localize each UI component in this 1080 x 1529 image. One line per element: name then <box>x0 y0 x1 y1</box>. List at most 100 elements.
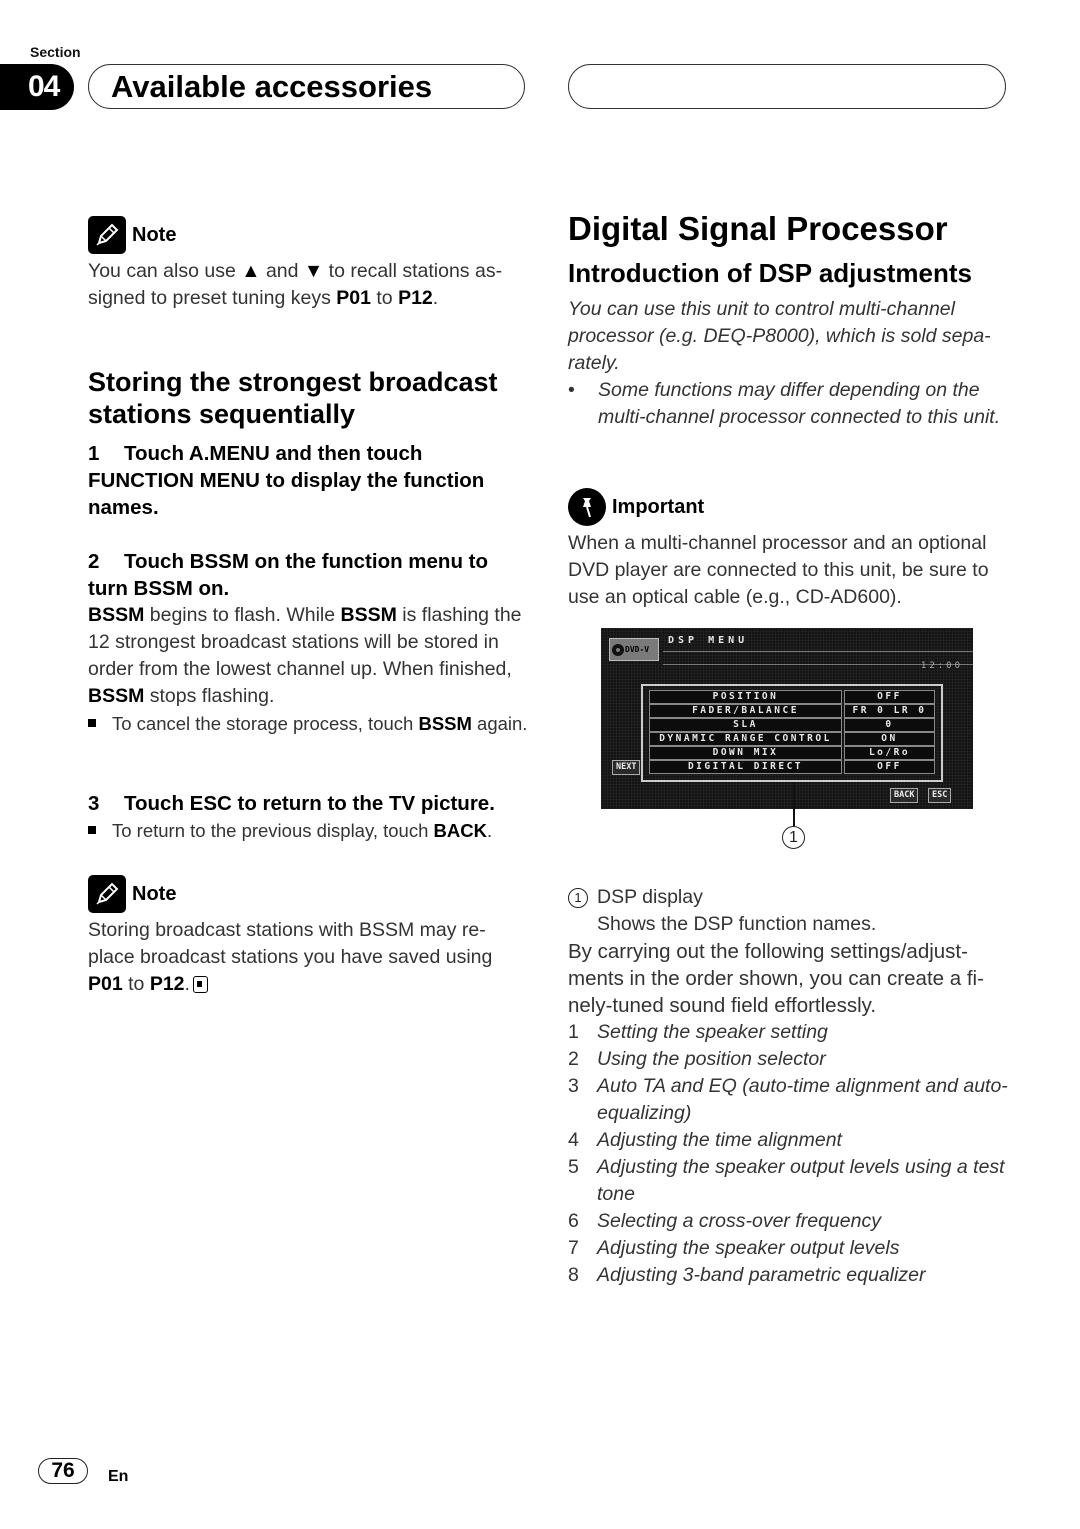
step-text: Touch A.MENU and then touch FUNCTION MEN… <box>88 442 485 519</box>
list-item-text: Auto TA and EQ (auto-time alignment and … <box>597 1075 1008 1124</box>
page-number: 76 <box>38 1458 88 1484</box>
source-button: DVD-V <box>609 638 659 661</box>
text: and <box>260 260 304 282</box>
list-item-text: Selecting a cross-over frequency <box>597 1210 881 1232</box>
dsp-row: DIGITAL DIRECT OFF <box>649 760 935 774</box>
step-number: 3 <box>88 792 100 815</box>
text: stops flashing. <box>144 685 275 707</box>
list-item-number: 1 <box>568 1021 579 1043</box>
important-text: When a multi-channel processor and an op… <box>568 532 989 608</box>
dsp-function-name: POSITION <box>649 690 842 704</box>
step-2: 2 Touch BSSM on the function menu to turn… <box>88 548 528 737</box>
dsp-function-list: POSITION OFF FADER/BALANCE FR 0 LR 0 SLA 0 DYN… <box>641 684 943 782</box>
step-number: 1 <box>88 442 100 465</box>
important-block: Important When a multi-channel processor… <box>568 488 1008 611</box>
list-item: 6 Selecting a cross-over frequency <box>568 1208 1008 1235</box>
dsp-function-value: Lo/Ro <box>844 746 935 760</box>
down-arrow-icon: ▼ <box>303 260 324 282</box>
up-arrow-icon: ▲ <box>241 260 261 282</box>
list-item-text: Adjusting 3-band parametric equalizer <box>597 1264 926 1286</box>
section-title: Available accessories <box>111 68 433 104</box>
end-of-section-icon <box>192 976 208 993</box>
pencil-note-icon <box>88 216 126 254</box>
note-title: Note <box>132 223 177 246</box>
dsp-function-name: DIGITAL DIRECT <box>649 760 842 774</box>
text: to <box>122 973 150 995</box>
list-item-number: 8 <box>568 1264 579 1286</box>
dsp-row: DOWN MIX Lo/Ro <box>649 746 935 760</box>
note-title: Note <box>132 882 177 905</box>
caption-title-row: 1 DSP display <box>568 884 1008 911</box>
subheading-dsp-intro: Introduction of DSP adjustments <box>568 258 972 288</box>
order-paragraph: By carrying out the following settings/a… <box>568 940 984 1017</box>
header-empty-pill <box>568 64 1006 109</box>
key-label: P12 <box>398 287 433 309</box>
adjustment-steps-list: 1 Setting the speaker setting 2 Using the p… <box>568 1019 1008 1289</box>
text: again. <box>471 713 528 734</box>
dsp-function-name: FADER/BALANCE <box>649 704 842 718</box>
dsp-function-value: ON <box>844 732 935 746</box>
divider <box>663 651 973 652</box>
list-item-number: 5 <box>568 1156 579 1178</box>
intro-bullet: • Some functions may differ depending on… <box>568 377 1008 431</box>
pushpin-icon <box>568 488 606 526</box>
step-1: 1 Touch A.MENU and then touch FUNCTION ME… <box>88 440 528 521</box>
list-item: 4 Adjusting the time alignment <box>568 1127 1008 1154</box>
list-item-text: Adjusting the speaker output levels <box>597 1237 900 1259</box>
step-text: Touch BSSM on the function menu to turn … <box>88 550 489 600</box>
list-item-number: 2 <box>568 1048 579 1070</box>
step-3: 3 Touch ESC to return to the TV picture. … <box>88 790 528 844</box>
bold-term: BSSM <box>88 604 145 626</box>
screen-title: DSP MENU <box>668 635 749 646</box>
important-title: Important <box>612 495 705 518</box>
callout-marker: 1 <box>782 826 805 849</box>
source-label: DVD-V <box>625 645 650 654</box>
bullet-dot-icon: • <box>568 379 575 401</box>
important-header: Important <box>568 488 1008 526</box>
list-item: 1 Setting the speaker setting <box>568 1019 1008 1046</box>
dsp-function-name: SLA <box>649 718 842 732</box>
square-bullet-icon <box>88 826 96 835</box>
note-text: You can also use ▲ and ▼ to recall stati… <box>88 258 518 312</box>
list-item: 7 Adjusting the speaker output levels <box>568 1235 1008 1262</box>
note-block-1: Note You can also use ▲ and ▼ to recall … <box>88 216 528 312</box>
list-item-number: 3 <box>568 1075 579 1097</box>
dsp-row: DYNAMIC RANGE CONTROL ON <box>649 732 935 746</box>
text: You can also use <box>88 260 242 282</box>
square-bullet-icon <box>88 719 96 728</box>
note-header: Note <box>88 875 528 913</box>
step-heading: 3 Touch ESC to return to the TV picture. <box>88 790 528 817</box>
bold-term: BSSM <box>340 604 397 626</box>
note-header: Note <box>88 216 528 254</box>
list-item-number: 7 <box>568 1237 579 1259</box>
bold-term: BACK <box>433 820 487 841</box>
text: . <box>432 287 439 309</box>
pencil-note-icon <box>88 875 126 913</box>
bold-term: BSSM <box>418 713 472 734</box>
text: . <box>184 973 190 995</box>
text: . <box>486 820 493 841</box>
text: Some functions may differ depending on t… <box>598 379 1001 428</box>
dsp-function-value: 0 <box>844 718 935 732</box>
language-label: En <box>108 1468 129 1485</box>
clock: 12:00 <box>920 661 963 671</box>
section-heading-bssm: Storing the strongest broadcast stations… <box>88 367 498 429</box>
step-heading: 2 Touch BSSM on the function menu to turn… <box>88 548 528 602</box>
list-item: 2 Using the position selector <box>568 1046 1008 1073</box>
list-item: 8 Adjusting 3-band parametric equalizer <box>568 1262 1008 1289</box>
step-number: 2 <box>88 550 100 573</box>
disc-icon <box>612 643 624 656</box>
caption-title: DSP display <box>597 886 703 908</box>
list-item: 5 Adjusting the speaker output levels usi… <box>568 1154 1008 1208</box>
key-label: P01 <box>336 287 371 309</box>
list-item: 3 Auto TA and EQ (auto-time alignment and… <box>568 1073 1008 1127</box>
list-item-text: Adjusting the speaker output levels usin… <box>597 1156 1005 1205</box>
dsp-function-value: FR 0 LR 0 <box>844 704 935 718</box>
dsp-function-value: OFF <box>844 760 935 774</box>
dsp-function-name: DOWN MIX <box>649 746 842 760</box>
page-heading-dsp: Digital Signal Processor <box>568 210 948 247</box>
caption-desc: Shows the DSP function names. <box>597 913 877 935</box>
note-text: Storing broadcast stations with BSSM may… <box>88 917 508 998</box>
section-label: Section <box>30 44 81 60</box>
callout-leader-line <box>793 782 795 826</box>
